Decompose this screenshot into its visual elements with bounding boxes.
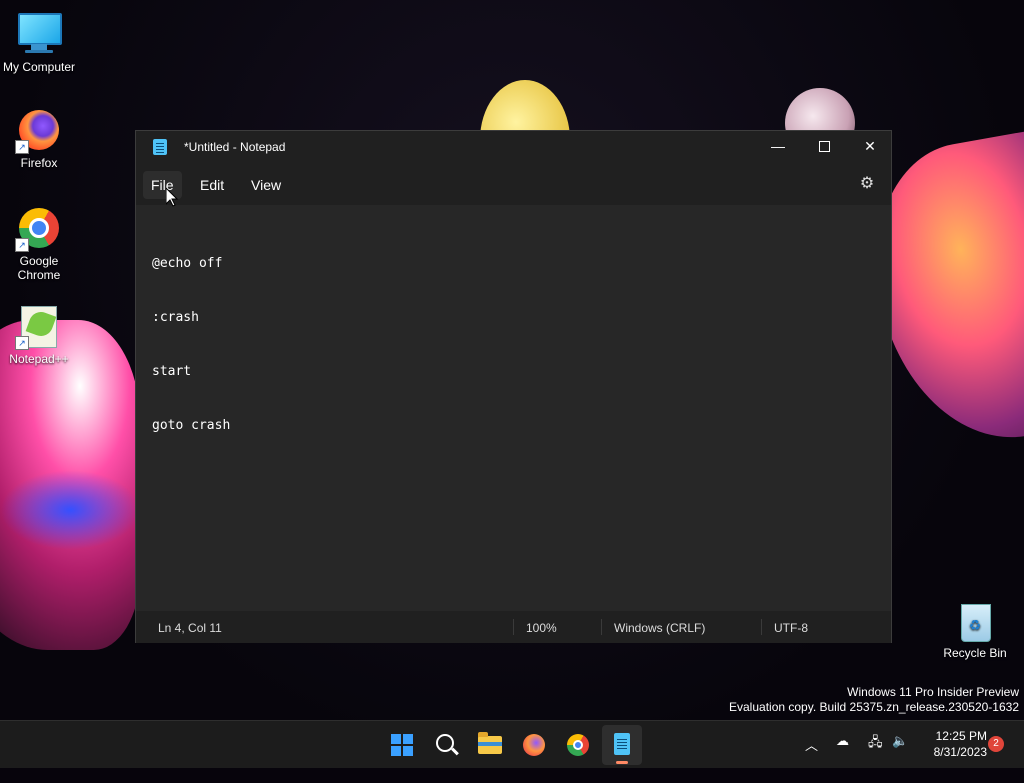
taskbar-chrome[interactable]	[558, 725, 598, 765]
active-app-indicator	[616, 761, 628, 764]
firefox-icon: ↗	[15, 106, 63, 154]
minimize-button[interactable]: —	[755, 131, 801, 163]
maximize-button[interactable]	[801, 131, 847, 163]
computer-icon	[15, 10, 63, 58]
editor-line: goto crash	[152, 418, 231, 433]
taskbar: ︿ ☁ 🖧 🔈 12:25 PM 8/31/2023	[0, 720, 1024, 768]
close-icon: ✕	[864, 138, 876, 154]
desktop-icon-label: Google Chrome	[17, 254, 61, 282]
editor-line: @echo off	[152, 256, 223, 271]
recycle-bin-icon: ♻	[951, 596, 999, 644]
mouse-pointer-icon	[165, 186, 179, 212]
status-divider	[513, 619, 514, 635]
desktop-icon-label: My Computer	[2, 60, 76, 74]
minimize-icon: —	[771, 138, 785, 154]
menu-edit[interactable]: Edit	[192, 171, 232, 199]
zoom-level: 100%	[526, 621, 557, 635]
taskbar-notepad[interactable]	[602, 725, 642, 765]
status-divider	[601, 619, 602, 635]
menu-view[interactable]: View	[243, 171, 289, 199]
clock[interactable]: 12:25 PM 8/31/2023	[915, 728, 987, 760]
watermark-line: Windows 11 Pro Insider Preview	[847, 685, 1019, 699]
network-icon[interactable]: 🖧	[868, 733, 883, 781]
window-title: *Untitled - Notepad	[184, 140, 286, 154]
editor-line: start	[152, 364, 192, 379]
title-bar[interactable]: *Untitled - Notepad — ✕	[136, 131, 891, 163]
search-button[interactable]	[426, 725, 466, 765]
desktop-icon-label: Notepad++	[9, 352, 69, 366]
status-divider	[761, 619, 762, 635]
chrome-icon: ↗	[15, 204, 63, 252]
desktop-icon-my-computer[interactable]: My Computer	[1, 10, 77, 74]
editor-content[interactable]: @echo off :crash start goto crash	[152, 219, 230, 471]
volume-icon[interactable]: 🔈	[892, 733, 908, 781]
start-button[interactable]	[382, 725, 422, 765]
desktop-icon-recycle-bin[interactable]: ♻ Recycle Bin	[937, 596, 1013, 660]
windows-start-icon	[391, 734, 413, 756]
chrome-icon	[567, 734, 589, 756]
wallpaper-shape	[0, 470, 140, 550]
taskbar-firefox[interactable]	[514, 725, 554, 765]
notepad-plus-plus-icon: ↗	[15, 302, 63, 350]
desktop-icon-google-chrome[interactable]: ↗ Google Chrome	[1, 204, 77, 282]
maximize-icon	[818, 140, 830, 152]
notepad-icon	[153, 139, 167, 155]
watermark-line: Evaluation copy. Build 25375.zn_release.…	[729, 700, 1019, 714]
shortcut-arrow-icon: ↗	[15, 238, 29, 252]
menu-bar: File Edit View ⚙	[136, 163, 891, 205]
show-hidden-icons-chevron-icon[interactable]: ︿	[805, 735, 818, 783]
line-ending: Windows (CRLF)	[614, 621, 706, 635]
file-explorer-icon	[478, 732, 502, 754]
encoding: UTF-8	[774, 621, 808, 635]
close-button[interactable]: ✕	[847, 131, 893, 163]
time: 12:25 PM	[935, 729, 987, 743]
desktop-icon-label: Recycle Bin	[943, 646, 1007, 660]
firefox-icon	[523, 734, 545, 756]
status-bar: Ln 4, Col 11 100% Windows (CRLF) UTF-8	[136, 611, 891, 643]
notepad-icon	[614, 733, 630, 755]
shortcut-arrow-icon: ↗	[15, 336, 29, 350]
date: 8/31/2023	[933, 745, 987, 759]
editor-line: :crash	[152, 310, 199, 325]
cursor-position: Ln 4, Col 11	[158, 621, 222, 635]
text-editor-area[interactable]: @echo off :crash start goto crash	[136, 205, 891, 611]
desktop-icon-notepad-plus-plus[interactable]: ↗ Notepad++	[1, 302, 77, 366]
onedrive-cloud-icon[interactable]: ☁	[836, 733, 849, 781]
os-watermark: Windows 11 Pro Insider Preview Evaluatio…	[729, 685, 1019, 715]
notification-badge[interactable]: 2	[988, 736, 1004, 752]
settings-gear-icon[interactable]: ⚙	[858, 175, 876, 193]
desktop-icon-label: Firefox	[20, 156, 58, 170]
shortcut-arrow-icon: ↗	[15, 140, 29, 154]
desktop-icon-firefox[interactable]: ↗ Firefox	[1, 106, 77, 170]
taskbar-file-explorer[interactable]	[470, 725, 510, 765]
notepad-window: *Untitled - Notepad — ✕ File Edit View ⚙…	[135, 130, 892, 643]
